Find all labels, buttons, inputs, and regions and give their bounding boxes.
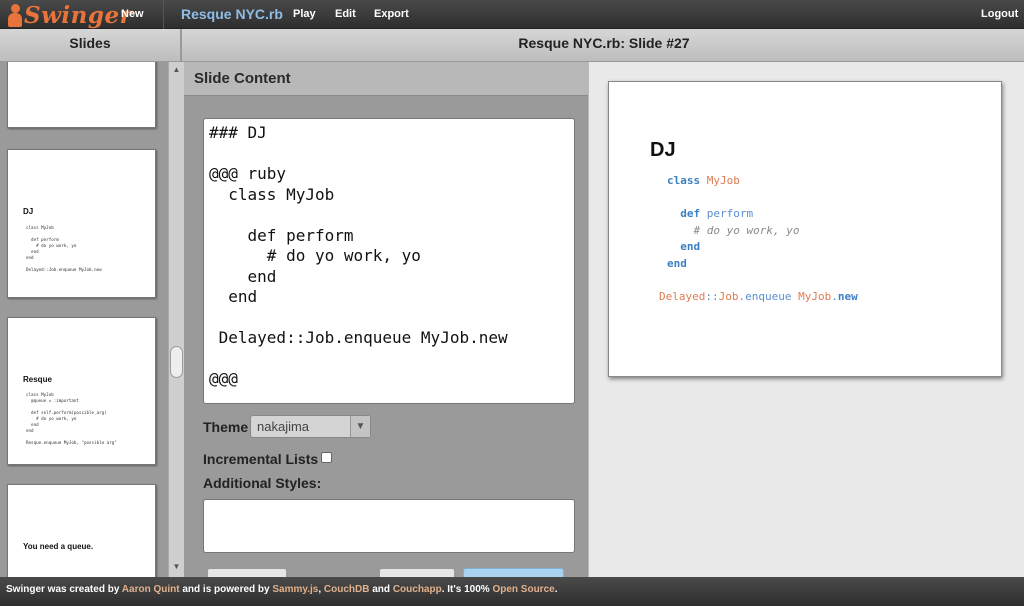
code-token: MyJob [798, 289, 832, 303]
footer-text: Swinger was created by [6, 584, 122, 595]
code-token: def [680, 207, 701, 220]
thumb-code: class MyJob def perform # do yo work, yo… [26, 225, 102, 272]
footer-text: and is powered by [179, 584, 273, 595]
slide-thumb[interactable]: You need a queue. [7, 484, 156, 577]
thumb-title: DJ [23, 207, 34, 216]
code-token: enqueue [745, 289, 792, 303]
slide-preview: DJ class MyJob def perform # do yo work,… [608, 81, 1002, 377]
slide-thumb[interactable]: DJ class MyJob def perform # do yo work,… [7, 149, 156, 298]
thumb-code: class MyJob @queue = :important def self… [26, 392, 117, 445]
slides-header: Slides [0, 29, 182, 62]
code-token: Job [718, 289, 739, 303]
theme-select-value: nakajima [257, 419, 310, 434]
edit-link[interactable]: Edit [335, 0, 356, 29]
footer-text: . [554, 584, 558, 595]
incremental-lists-label: Incremental Lists [203, 451, 319, 467]
theme-select[interactable]: nakajima ▼ [250, 415, 371, 438]
code-token: Delayed [659, 289, 706, 303]
slide-header: Resque NYC.rb: Slide #27 [518, 35, 690, 51]
swinger-logo[interactable]: Swinger [8, 1, 133, 29]
sammyjs-link[interactable]: Sammy.js [272, 584, 318, 595]
project-title-link[interactable]: Resque NYC.rb [181, 0, 283, 29]
code-token: . [831, 289, 838, 303]
nav-divider [163, 0, 164, 29]
top-nav-bar: Swinger New Resque NYC.rb Play Edit Expo… [0, 0, 1024, 29]
logout-link[interactable]: Logout [981, 0, 1018, 29]
code-token: end [667, 256, 687, 270]
incremental-lists-checkbox[interactable] [321, 452, 332, 463]
code-token: class [667, 174, 701, 187]
play-link[interactable]: Play [293, 0, 316, 29]
scroll-up-arrow-icon[interactable]: ▲ [169, 64, 184, 76]
additional-styles-textarea[interactable] [203, 499, 575, 553]
scroll-down-arrow-icon[interactable]: ▼ [169, 561, 184, 573]
code-token: # do yo work, yo [693, 223, 800, 237]
code-token: MyJob [706, 174, 740, 187]
preview-title: DJ [650, 139, 676, 161]
section-header-bar: Slides Resque NYC.rb: Slide #27 [0, 29, 1024, 62]
new-link[interactable]: New [121, 0, 144, 29]
code-token: new [837, 289, 858, 303]
author-link[interactable]: Aaron Quint [122, 584, 180, 595]
swinger-person-icon [8, 4, 22, 27]
code-token: end [680, 240, 701, 253]
slide-content-header: Slide Content [184, 62, 588, 96]
preview-code: class MyJob def perform # do yo work, yo… [659, 173, 858, 305]
thumb-title: Resque [23, 375, 52, 384]
couchdb-link[interactable]: CouchDB [324, 584, 370, 595]
code-token: perform [706, 207, 754, 220]
thumb-title: You need a queue. [23, 542, 94, 551]
code-token: :: [705, 289, 719, 303]
slides-sidebar: DJ class MyJob def perform # do yo work,… [0, 62, 168, 577]
theme-label: Theme [203, 419, 249, 435]
slide-thumb[interactable] [7, 62, 156, 128]
scroll-thumb[interactable] [170, 346, 183, 378]
couchapp-link[interactable]: Couchapp [393, 584, 442, 595]
additional-styles-label: Additional Styles: [203, 475, 322, 491]
logo-text: Swinger [24, 1, 133, 29]
open-source-link[interactable]: Open Source [492, 584, 554, 595]
slide-thumb[interactable]: Resque class MyJob @queue = :important d… [7, 317, 156, 465]
slide-content-textarea[interactable]: ### DJ @@@ ruby class MyJob def perform … [203, 118, 575, 404]
export-link[interactable]: Export [374, 0, 409, 29]
slides-scrollbar[interactable]: ▲ ▼ [168, 62, 184, 577]
footer: Swinger was created by Aaron Quint and i… [0, 577, 1024, 606]
slide-preview-panel: DJ class MyJob def perform # do yo work,… [588, 62, 1024, 577]
footer-text: and [369, 584, 393, 595]
slide-editor-panel: Slide Content ### DJ @@@ ruby class MyJo… [184, 62, 588, 580]
chevron-down-icon: ▼ [350, 416, 370, 437]
footer-text: . It's 100% [441, 584, 493, 595]
